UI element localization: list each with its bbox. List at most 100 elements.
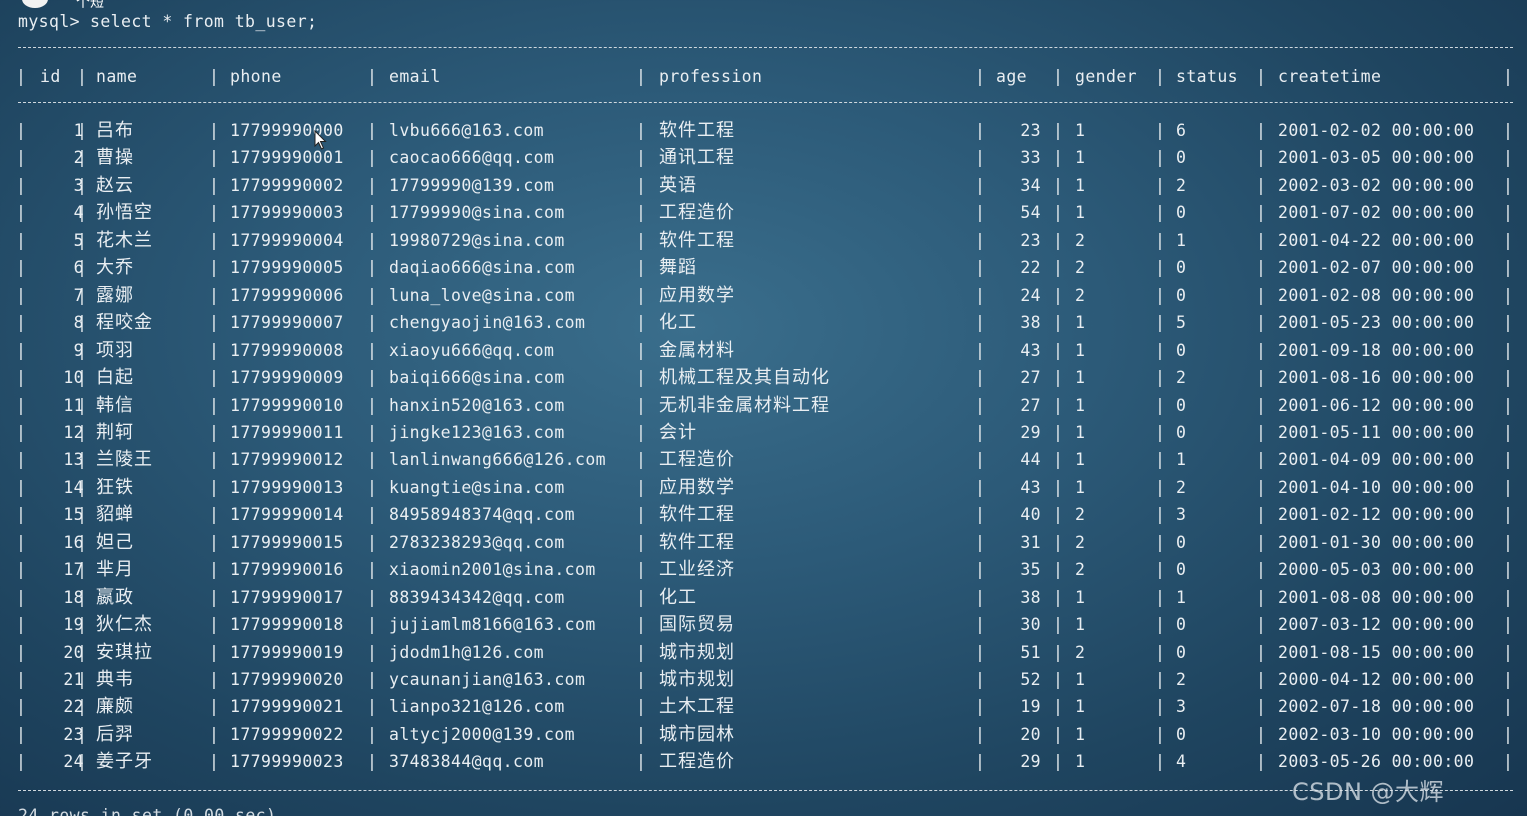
cell-name: 孙悟空 <box>96 202 153 224</box>
cell-createtime: 2001-01-30 00:00:00 <box>1278 532 1475 552</box>
column-divider: | <box>209 258 220 278</box>
column-divider: | <box>975 505 986 525</box>
cell-email: caocao666@qq.com <box>389 148 555 168</box>
column-divider: | <box>209 121 220 140</box>
cell-gender: 1 <box>1075 175 1086 195</box>
cell-gender: 2 <box>1075 258 1086 278</box>
cell-status: 5 <box>1176 313 1187 333</box>
column-divider: | <box>1053 313 1064 333</box>
column-divider: | <box>209 560 220 580</box>
column-divider: | <box>1155 752 1166 772</box>
cell-phone: 17799990001 <box>230 148 344 168</box>
column-divider: | <box>16 697 27 717</box>
cell-age: 38 <box>1020 587 1041 607</box>
cell-createtime: 2002-07-18 00:00:00 <box>1278 697 1475 717</box>
cell-profession: 工程造价 <box>659 751 735 773</box>
cell-email: chengyaojin@163.com <box>389 313 586 333</box>
mouse-pointer-icon <box>314 130 327 150</box>
cell-phone: 17799990013 <box>230 477 344 497</box>
cell-name: 后羿 <box>96 723 134 745</box>
column-divider: | <box>1053 258 1064 278</box>
column-divider: | <box>975 477 986 497</box>
cell-profession: 工业经济 <box>659 559 735 581</box>
column-divider: | <box>1256 230 1267 250</box>
cell-phone: 17799990019 <box>230 642 344 662</box>
cell-name: 赵云 <box>96 174 134 196</box>
column-divider: | <box>1155 230 1166 250</box>
cell-age: 35 <box>1020 560 1041 580</box>
column-divider: | <box>975 560 986 580</box>
cell-gender: 1 <box>1075 148 1086 168</box>
table-row: | | | | | | | | | | 19 狄仁杰 17799990018 jujiamlm8166@1… <box>16 613 1514 637</box>
column-divider: | <box>1155 203 1166 223</box>
column-divider: | <box>16 175 27 195</box>
cell-status: 0 <box>1176 148 1187 168</box>
table-row: | | | | | | | | | | 2 曹操 17799990001 caocao666@qq.com… <box>16 146 1513 170</box>
cell-gender: 1 <box>1075 697 1086 717</box>
cell-email: lianpo321@126.com <box>389 697 565 717</box>
column-divider: | <box>1155 368 1166 388</box>
cell-profession: 应用数学 <box>659 284 735 306</box>
cell-email: kuangtie@sina.com <box>389 477 565 497</box>
cell-id: 4 <box>73 203 84 223</box>
cell-age: 33 <box>1020 148 1041 168</box>
column-divider: | <box>1503 175 1514 195</box>
cell-age: 23 <box>1020 121 1041 140</box>
cell-id: 23 <box>63 724 84 744</box>
column-divider: | <box>367 477 378 497</box>
column-divider: | <box>367 615 378 635</box>
table-row: | | | | | | | | | | 4 孙悟空 17799990003 17799990@sina.c… <box>16 201 1513 225</box>
column-divider: | <box>1256 505 1267 525</box>
cell-gender: 1 <box>1075 724 1086 744</box>
cell-createtime: 2001-07-02 00:00:00 <box>1278 203 1475 223</box>
cell-phone: 17799990009 <box>230 368 344 388</box>
column-divider: | <box>975 752 986 772</box>
table-row: | | | | | | | | | | 8 程咬金 17799990007 chengyaojin@163… <box>16 311 1514 335</box>
table-row: | | | | | | | | | | 24 姜子牙 17799990023 37483844@qq.co… <box>16 750 1513 774</box>
column-header-status: status <box>1176 67 1239 86</box>
cell-age: 38 <box>1020 313 1041 333</box>
column-divider: | <box>367 560 378 580</box>
column-divider: | <box>1053 285 1064 305</box>
cell-profession: 无机非金属材料工程 <box>659 394 830 416</box>
column-divider: | <box>1503 313 1514 333</box>
cell-gender: 2 <box>1075 505 1086 525</box>
cell-status: 0 <box>1176 422 1187 442</box>
cell-age: 23 <box>1020 230 1041 250</box>
terminal-output: mysql> select * from tb_user; | | | | | | | | | | i… <box>16 0 1514 816</box>
cell-profession: 化工 <box>659 312 697 334</box>
cell-gender: 1 <box>1075 368 1086 388</box>
column-header-id: id <box>40 67 61 86</box>
column-divider: | <box>16 724 27 744</box>
cell-profession: 工程造价 <box>659 449 735 471</box>
cell-phone: 17799990016 <box>230 560 344 580</box>
column-divider: | <box>1053 175 1064 195</box>
table-row: | | | | | | | | | | 16 妲己 17799990015 2783238293@qq.c… <box>16 531 1513 555</box>
cell-status: 0 <box>1176 395 1187 415</box>
column-header-email: email <box>389 67 441 86</box>
cell-age: 24 <box>1020 285 1041 305</box>
column-divider: | <box>1503 505 1514 525</box>
cell-status: 3 <box>1176 697 1187 717</box>
cell-createtime: 2001-02-08 00:00:00 <box>1278 285 1475 305</box>
column-divider: | <box>975 148 986 168</box>
column-divider: | <box>1503 560 1514 580</box>
column-divider: | <box>636 670 647 689</box>
cell-phone: 17799990017 <box>230 587 344 607</box>
column-divider: | <box>209 697 220 717</box>
column-divider: | <box>1053 395 1064 415</box>
watermark: CSDN @大辉 <box>1292 778 1445 806</box>
column-divider: | <box>1503 724 1514 744</box>
column-divider: | <box>975 615 986 635</box>
column-divider: | <box>1155 148 1166 168</box>
column-divider: | <box>1503 615 1514 635</box>
cell-email: 8839434342@qq.com <box>389 587 565 607</box>
column-divider: | <box>1503 340 1514 360</box>
table-row: | | | | | | | | | | 13 兰陵王 17799990012 lanlinwang666@… <box>16 448 1513 472</box>
column-divider: | <box>1053 148 1064 168</box>
cell-status: 0 <box>1176 615 1187 635</box>
cell-id: 14 <box>63 477 84 497</box>
column-divider: | <box>1155 615 1166 635</box>
cell-name: 典韦 <box>96 669 134 690</box>
cell-age: 31 <box>1020 532 1041 552</box>
